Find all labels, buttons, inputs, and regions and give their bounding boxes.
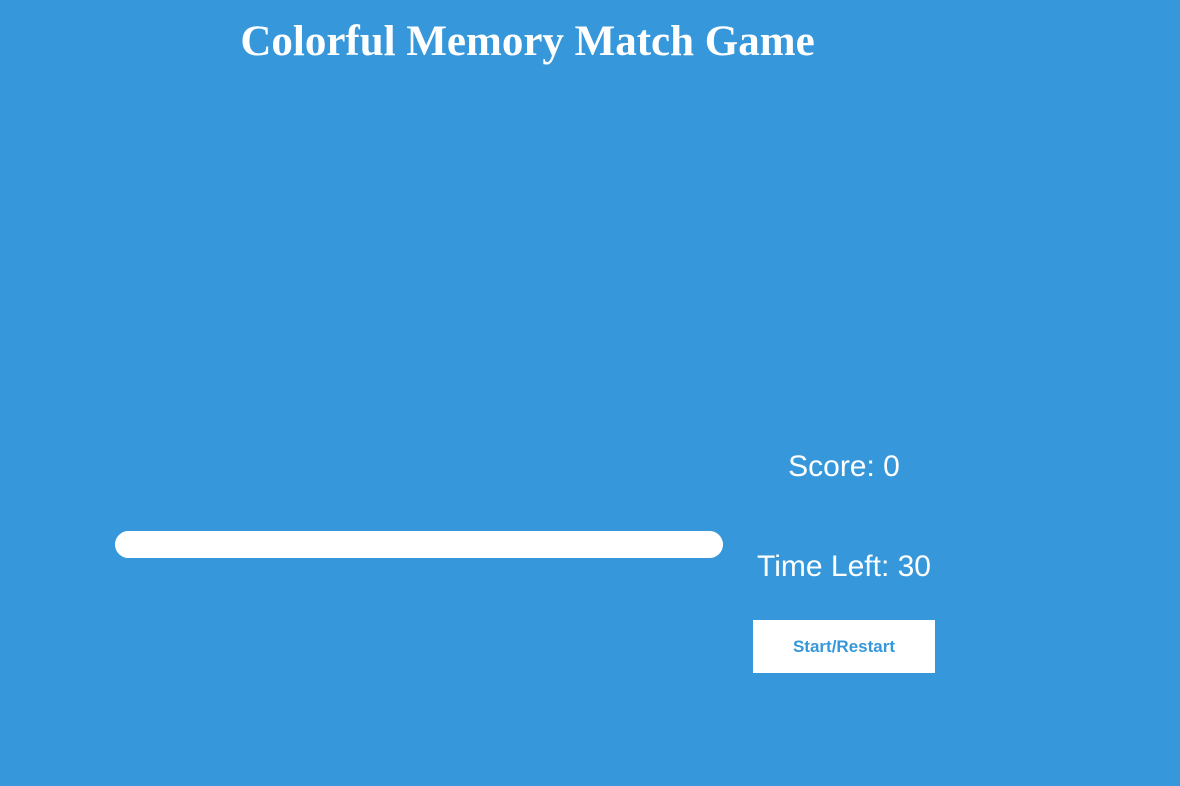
game-title: Colorful Memory Match Game (240, 18, 815, 65)
score-display: Score: 0 (788, 450, 900, 483)
card-board (115, 90, 725, 510)
time-progress-fill (115, 531, 723, 558)
time-left-display: Time Left: 30 (757, 550, 931, 583)
time-progress-bar (115, 531, 723, 558)
start-restart-button[interactable]: Start/Restart (753, 620, 935, 673)
